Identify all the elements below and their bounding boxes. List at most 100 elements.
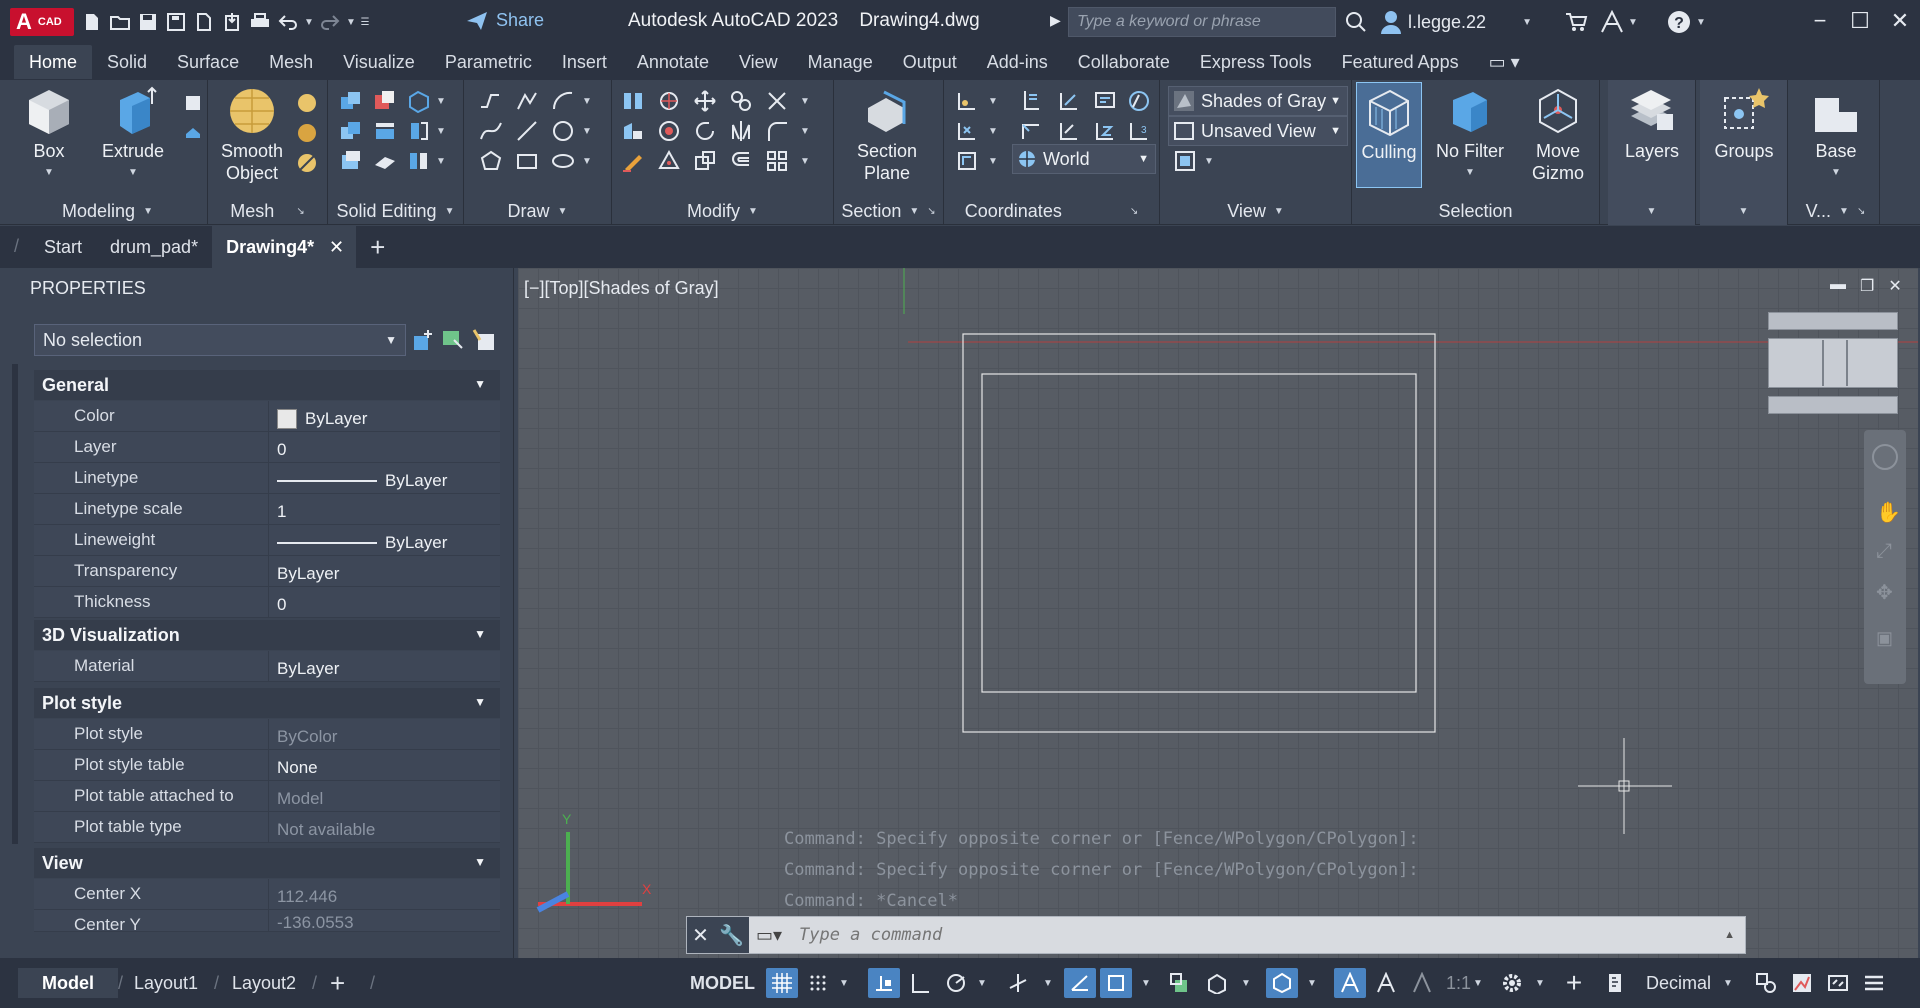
ortho-icon[interactable] [904,968,936,998]
layout-tab-model[interactable]: Model [18,968,118,998]
prop-row[interactable]: Linetype ByLayer [34,463,500,494]
move-gizmo-button[interactable]: Move Gizmo [1516,86,1600,184]
object-snap-icon[interactable] [1100,968,1132,998]
new-tab-icon[interactable]: + [356,226,399,268]
prop-row[interactable]: Linetype scale 1 [34,494,500,525]
search-expand-icon[interactable]: ▶ [1050,12,1061,29]
prop-row[interactable]: Lineweight ByLayer [34,525,500,556]
isodraft-dropdown-icon[interactable]: ▼ [1038,968,1058,998]
zoom-extents-icon[interactable]: ⤢ [1876,540,1892,563]
ucs-icon[interactable] [952,86,982,116]
arc-icon[interactable] [548,86,578,116]
box-button[interactable]: Box ▼ [14,86,84,184]
model-space-button[interactable]: MODEL [690,968,755,998]
trim-dropdown-icon[interactable]: ▼ [800,96,810,107]
pan-icon[interactable]: ✋ [1876,500,1901,525]
layout-tab-layout2[interactable]: Layout2 [232,968,296,998]
tab-addins[interactable]: Add-ins [972,45,1063,79]
ucs-y-icon[interactable] [1054,86,1084,116]
extrude-button[interactable]: Extrude ▼ [88,86,178,184]
3d-scale-icon[interactable] [654,116,684,146]
named-view-select[interactable]: Unsaved View ▼ [1168,116,1348,146]
recent-commands-icon[interactable]: ▭▾ [749,925,789,946]
groups-button[interactable]: Groups [1704,86,1784,162]
tab-start[interactable]: Start [30,226,96,268]
snap-icon[interactable] [802,968,834,998]
publish-icon[interactable] [190,9,218,35]
circle-icon[interactable] [548,116,578,146]
tab-visualize[interactable]: Visualize [328,45,430,79]
viewport-config-dropdown-icon[interactable]: ▼ [1204,156,1214,167]
ucs-3point-icon[interactable]: 3 [1124,116,1154,146]
array-dropdown-icon[interactable]: ▼ [800,156,810,167]
infer-constraints-icon[interactable] [868,968,900,998]
isodraft-icon[interactable] [1002,968,1034,998]
slice-dropdown-icon[interactable]: ▼ [436,96,446,107]
base-launcher-icon[interactable]: ↘ [1857,206,1865,217]
selection-select[interactable]: No selection ▼ [34,324,406,356]
close-command-line-icon[interactable]: ✕ [692,923,709,948]
units-icon[interactable] [1600,968,1632,998]
annotation-monitor-icon[interactable]: + [1558,967,1590,998]
prop-row[interactable]: Plot style ByColor [34,719,500,750]
modeling-expand-icon[interactable]: ▼ [143,206,153,217]
ellipse-icon[interactable] [548,146,578,176]
gizmo-toggle-icon[interactable] [1266,968,1298,998]
mesh-refine-icon[interactable] [292,148,322,178]
separate-icon[interactable] [404,146,434,176]
slice-icon[interactable] [404,86,434,116]
mesh-launcher-icon[interactable]: ↘ [296,206,304,217]
scale-dropdown-icon[interactable]: ▼ [1468,968,1488,998]
shell-icon[interactable] [336,146,366,176]
prop-row[interactable]: Material ByLayer [34,651,500,682]
drawing-viewport[interactable]: [−][Top][Shades of Gray] ▬ ❐ ✕ X Y ✋ ⤢ ✥… [518,268,1918,958]
tab-home[interactable]: Home [14,45,93,79]
ucs-named-icon[interactable] [1090,86,1120,116]
layers-button[interactable]: Layers [1612,86,1692,162]
ucs-origin-icon[interactable] [1016,116,1046,146]
auto-scale-icon[interactable] [1370,968,1402,998]
tab-mesh[interactable]: Mesh [254,45,328,79]
undo-dropdown-icon[interactable]: ▼ [302,9,316,35]
quick-properties-icon[interactable] [1750,968,1782,998]
plot-icon[interactable] [246,9,274,35]
import-icon[interactable] [218,9,246,35]
ucs-view-icon[interactable] [952,146,982,176]
rotate-icon[interactable] [690,116,720,146]
presspull-icon[interactable] [178,88,208,118]
prop-row[interactable]: Center X 112.446 [34,879,500,910]
interfere-icon[interactable] [370,116,400,146]
3d-rotate-icon[interactable] [654,86,684,116]
save-as-icon[interactable] [162,9,190,35]
help-icon[interactable]: ? ▼ [1666,9,1706,35]
prop-row[interactable]: Thickness 0 [34,587,500,618]
ucs-dropdown-icon[interactable]: ▼ [988,96,998,107]
polar-tracking-icon[interactable] [940,968,972,998]
fillet-icon[interactable] [762,116,792,146]
section-launcher-icon[interactable]: ↘ [927,206,935,217]
maximize-icon[interactable]: ☐ [1840,6,1880,36]
tab-insert[interactable]: Insert [547,45,622,79]
array-icon[interactable] [762,146,792,176]
search-input[interactable]: Type a keyword or phrase [1068,7,1336,37]
palette-scrollbar[interactable] [12,364,18,844]
toggle-pickadd-icon[interactable] [410,328,436,352]
stretch-icon[interactable] [690,146,720,176]
ellipse-dropdown-icon[interactable]: ▼ [582,156,592,167]
erase-icon[interactable] [618,146,648,176]
section-plot-style[interactable]: Plot style ▼ [34,688,500,718]
subtract-icon[interactable] [370,86,400,116]
customization-menu-icon[interactable] [1858,968,1890,998]
settings-gear-icon[interactable] [1496,968,1528,998]
command-input[interactable] [799,925,1599,945]
gizmo-dropdown-icon[interactable]: ▼ [1302,968,1322,998]
collapse-icon[interactable]: ▼ [474,855,486,869]
cart-icon[interactable] [1564,10,1588,34]
units-value[interactable]: Decimal [1646,968,1711,998]
3d-object-snap-icon[interactable] [1200,968,1232,998]
section-plane-button[interactable]: Section Plane [842,86,932,184]
user-dropdown-icon[interactable]: ▼ [1522,17,1532,28]
3d-align-icon[interactable] [618,116,648,146]
ucs-previous-icon[interactable] [952,116,982,146]
mirror-icon[interactable] [726,116,756,146]
